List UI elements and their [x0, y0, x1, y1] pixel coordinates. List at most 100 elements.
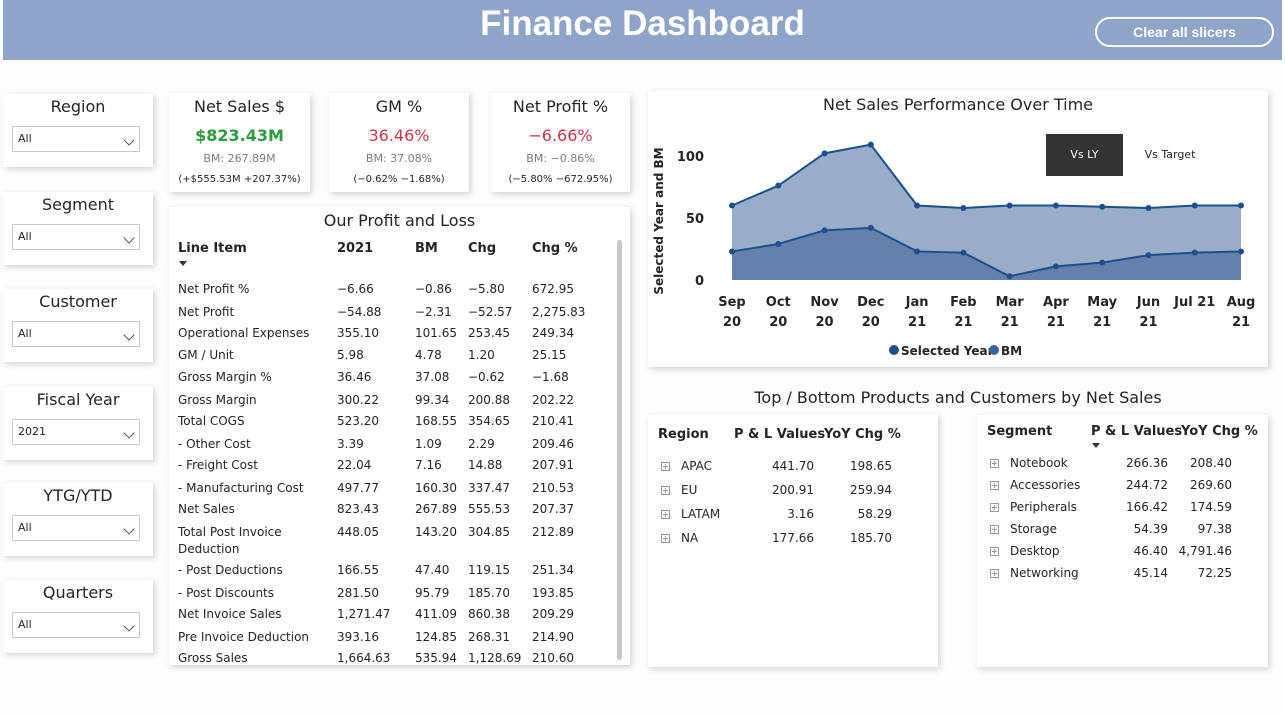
cell-value: 168.55 [415, 414, 457, 428]
chevron-down-icon [123, 620, 135, 632]
cell-value: 267.89 [415, 502, 457, 516]
column-header-pl-values[interactable]: P & L Values [734, 427, 825, 442]
segment-dropdown[interactable]: All [12, 224, 140, 250]
slicer-title: Region [50, 97, 106, 116]
column-header-segment[interactable]: Segment [987, 424, 1052, 439]
slicer-title: Customer [39, 292, 117, 311]
row-label: LATAM [681, 507, 721, 521]
cell-value: −1.68 [532, 370, 569, 384]
expand-icon[interactable] [990, 525, 999, 534]
cell-value: 143.20 [415, 525, 457, 539]
x-tick-label: Nov [810, 295, 839, 310]
row-label: Net Profit % [178, 282, 250, 296]
cell-value: 58.29 [857, 507, 892, 521]
chevron-down-icon [123, 523, 135, 535]
column-header-2021[interactable]: 2021 [337, 241, 373, 256]
expand-icon[interactable] [990, 569, 999, 578]
expand-icon[interactable] [990, 459, 999, 468]
dropdown-value: All [18, 327, 32, 340]
cell-value: 200.91 [772, 483, 814, 497]
cell-value: 14.88 [468, 458, 503, 472]
expand-icon[interactable] [990, 481, 999, 490]
cell-value: 4.78 [415, 348, 442, 362]
x-tick-label: Mar [996, 295, 1025, 310]
clear-slicers-button[interactable]: Clear all slicers [1095, 17, 1274, 47]
cell-value: 124.85 [415, 630, 457, 644]
x-tick-label: Sep [718, 295, 746, 310]
chevron-down-icon [123, 329, 135, 341]
legend-label: Selected Year [901, 344, 994, 358]
cell-value: 207.37 [532, 502, 574, 516]
cell-value: 99.34 [415, 393, 450, 407]
table-scrollbar[interactable] [617, 240, 622, 660]
row-label: Gross Sales [178, 651, 248, 665]
row-label: Net Sales [178, 502, 235, 516]
slicer-segment: Segment All [3, 192, 153, 265]
expand-icon[interactable] [661, 486, 670, 495]
cell-value: 249.34 [532, 326, 574, 340]
data-point [1238, 202, 1244, 209]
cell-value: 2.29 [468, 437, 495, 451]
row-label: Pre Invoice Deduction [178, 630, 310, 644]
cell-value: 1,271.47 [337, 607, 391, 621]
expand-icon[interactable] [661, 462, 670, 471]
fiscal-year-dropdown[interactable]: 2021 [12, 419, 140, 445]
row-label: - Manufacturing Cost [178, 481, 304, 495]
kpi-benchmark: BM: −0.86% [526, 152, 595, 165]
expand-icon[interactable] [661, 534, 670, 543]
legend-marker [889, 345, 899, 355]
sort-desc-icon[interactable] [1092, 443, 1100, 448]
cell-value: 160.30 [415, 481, 457, 495]
sort-desc-icon[interactable] [179, 261, 187, 266]
cell-value: 72.25 [1197, 566, 1232, 580]
kpi-benchmark: BM: 267.89M [203, 152, 276, 165]
x-tick-label: 21 [1047, 315, 1065, 330]
cell-value: 174.59 [1190, 500, 1232, 514]
cell-value: 210.53 [532, 481, 574, 495]
cell-value: 3.39 [337, 437, 364, 451]
cell-value: 300.22 [337, 393, 379, 407]
column-header-yoy[interactable]: YoY Chg % [824, 427, 901, 442]
cell-value: 355.10 [337, 326, 379, 340]
cell-value: 200.88 [468, 393, 510, 407]
row-label: Peripherals [1010, 500, 1077, 514]
row-label-wrap: Deduction [178, 542, 240, 556]
quarters-dropdown[interactable]: All [12, 612, 140, 638]
cell-value: 4,791.46 [1178, 544, 1232, 558]
cell-value: 555.53 [468, 502, 510, 516]
kpi-change: (+$555.53M +207.37%) [178, 174, 301, 185]
table-title: Our Profit and Loss [323, 211, 476, 230]
x-tick-label: 20 [769, 315, 787, 330]
cell-value: 1.09 [415, 437, 442, 451]
column-header-yoy[interactable]: YoY Chg % [1181, 424, 1258, 439]
expand-icon[interactable] [661, 510, 670, 519]
kpi-net-sales: Net Sales $ $823.43M BM: 267.89M (+$555.… [169, 93, 310, 192]
kpi-value: −6.66% [528, 126, 593, 145]
expand-icon[interactable] [990, 547, 999, 556]
cell-value: 25.15 [532, 348, 567, 362]
dropdown-value: 2021 [18, 425, 46, 438]
customer-dropdown[interactable]: All [12, 321, 140, 347]
column-header-pl-values[interactable]: P & L Values [1091, 424, 1182, 439]
column-header-region[interactable]: Region [658, 427, 709, 442]
cell-value: 1,128.69 [468, 651, 522, 665]
data-point [1006, 273, 1013, 280]
cell-value: 97.38 [1197, 522, 1232, 536]
column-header-line-item[interactable]: Line Item [178, 241, 247, 256]
region-table: Region P & L Values YoY Chg % APAC 441.70… [648, 415, 938, 667]
region-dropdown[interactable]: All [12, 126, 140, 152]
column-header-chg-pct[interactable]: Chg % [532, 241, 578, 256]
expand-icon[interactable] [990, 503, 999, 512]
x-tick-label: 21 [908, 315, 926, 330]
x-tick-label: Oct [766, 295, 791, 310]
x-tick-label: Feb [950, 295, 976, 310]
area-chart: 0 50 100 Selected Year and BM Sep 20 Oct 20 Nov 2… [652, 141, 1255, 358]
x-tick-label: 20 [862, 315, 880, 330]
kpi-change: (−5.80% −672.95%) [508, 174, 613, 185]
ytg-ytd-dropdown[interactable]: All [12, 515, 140, 541]
cell-value: 251.34 [532, 563, 574, 577]
cell-value: 411.09 [415, 607, 457, 621]
column-header-bm[interactable]: BM [415, 241, 438, 256]
column-header-chg[interactable]: Chg [468, 241, 496, 256]
cell-value: 36.46 [337, 370, 372, 384]
